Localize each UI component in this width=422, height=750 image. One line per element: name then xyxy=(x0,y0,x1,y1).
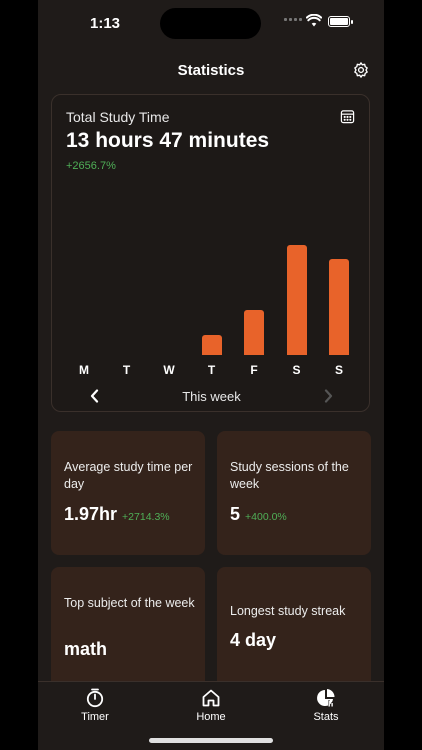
sessions-label: Study sessions of the week xyxy=(230,460,349,491)
total-study-value: 13 hours 47 minutes xyxy=(66,129,270,152)
sessions-value: 5 +400.0% xyxy=(230,504,287,524)
avg-study-tile: Average study time per day 1.97hr +2714.3… xyxy=(51,431,205,555)
streak-tile: Longest study streak 4 day xyxy=(217,567,371,691)
chart-bar xyxy=(286,245,307,355)
avg-study-value: 1.97hr +2714.3% xyxy=(64,504,170,524)
stats-icon xyxy=(317,689,335,707)
avg-study-label: Average study time per day xyxy=(64,460,193,491)
tab-home[interactable]: Home xyxy=(171,688,251,723)
signal-icon xyxy=(284,18,302,21)
timer-icon xyxy=(86,688,104,708)
top-subject-label: Top subject of the week xyxy=(64,596,195,610)
calendar-icon[interactable] xyxy=(340,109,355,124)
page-title: Statistics xyxy=(177,62,245,79)
dynamic-island xyxy=(160,8,261,39)
chart-day-label: S xyxy=(292,363,301,377)
top-subject-tile: Top subject of the week math xyxy=(51,567,205,691)
total-study-change: +2656.7% xyxy=(66,160,116,172)
avg-study-change: +2714.3% xyxy=(122,511,170,523)
wifi-icon xyxy=(306,14,322,27)
total-study-label: Total Study Time xyxy=(66,109,170,125)
app-screen: 1:13 Statistics Total Study Time 13 hour… xyxy=(38,0,384,750)
home-indicator xyxy=(149,738,273,743)
chart-day-label: S xyxy=(334,363,343,377)
tab-stats-label: Stats xyxy=(313,711,339,723)
chevron-right-icon[interactable] xyxy=(322,389,334,403)
streak-label: Longest study streak xyxy=(230,604,346,618)
battery-icon xyxy=(328,16,353,27)
chart-day-label: M xyxy=(79,363,89,377)
tab-timer-label: Timer xyxy=(81,711,109,723)
total-study-card: Total Study Time 13 hours 47 minutes +26… xyxy=(51,94,370,412)
gear-icon[interactable] xyxy=(352,61,370,79)
chart-day-label: F xyxy=(250,363,258,377)
top-subject-value: math xyxy=(64,639,108,659)
chart-bar xyxy=(201,335,222,355)
streak-value: 4 day xyxy=(230,630,277,650)
chart-bar xyxy=(329,258,349,355)
chart-day-label: T xyxy=(207,363,216,377)
chart-bar xyxy=(244,310,264,355)
chart-day-label: W xyxy=(163,363,175,377)
sessions-change: +400.0% xyxy=(245,511,287,523)
chart-day-label: T xyxy=(122,363,131,377)
tab-timer[interactable]: Timer xyxy=(55,688,135,723)
sessions-tile: Study sessions of the week 5 +400.0% xyxy=(217,431,371,555)
home-icon xyxy=(202,689,220,707)
tab-home-label: Home xyxy=(196,711,226,723)
status-time: 1:13 xyxy=(90,15,121,32)
tab-stats[interactable]: Stats xyxy=(286,688,366,723)
